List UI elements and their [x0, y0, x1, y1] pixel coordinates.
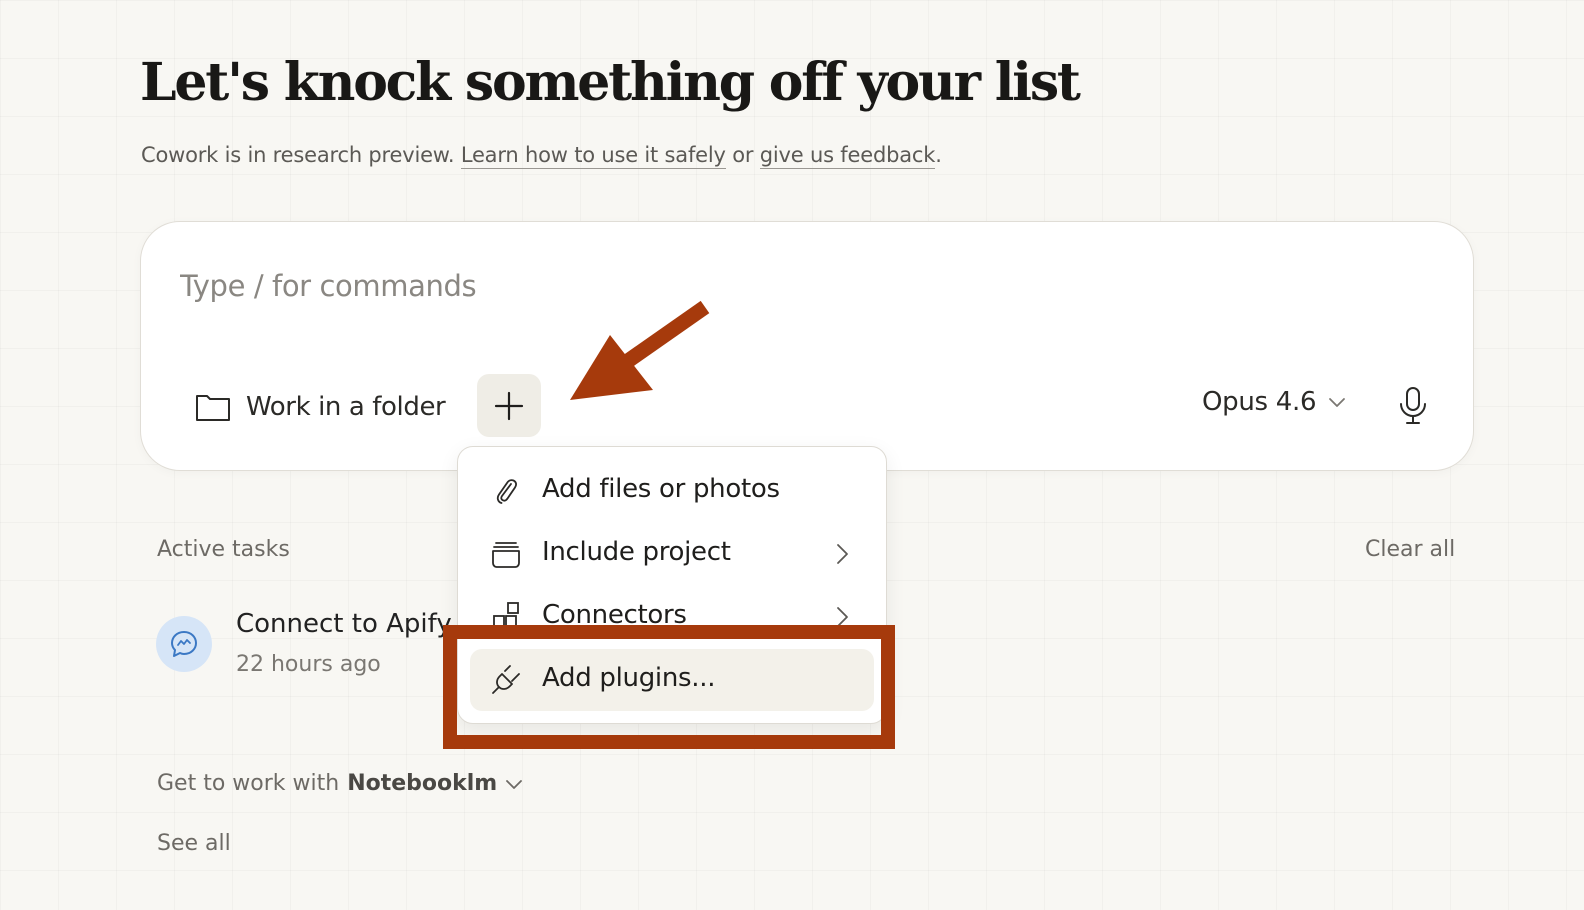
- command-input[interactable]: [180, 266, 880, 306]
- paperclip-icon: [496, 479, 517, 504]
- menu-item-include-project[interactable]: Include project: [470, 523, 874, 585]
- menu-item-add-files[interactable]: Add files or photos: [470, 460, 874, 522]
- clear-all-button[interactable]: Clear all: [1365, 537, 1455, 562]
- task-time: 22 hours ago: [236, 652, 381, 677]
- chevron-down-icon: [1329, 398, 1346, 407]
- highlight-box: [443, 625, 895, 749]
- see-all-link[interactable]: See all: [157, 831, 231, 856]
- project-box-icon: [492, 542, 520, 568]
- subtitle-period: .: [935, 143, 942, 167]
- pointer-arrow: [570, 300, 710, 400]
- microphone-icon: [1400, 387, 1426, 424]
- chevron-down-icon: [506, 779, 523, 789]
- folder-icon: [196, 395, 230, 421]
- feedback-link[interactable]: give us feedback: [759, 143, 935, 169]
- page-title: Let's knock something off your list: [140, 52, 1081, 113]
- subtitle-or: or: [732, 143, 754, 167]
- composer-box: [140, 221, 1474, 471]
- active-tasks-label: Active tasks: [157, 537, 290, 562]
- get-to-work-selector[interactable]: Get to work with Notebooklm: [157, 771, 523, 796]
- model-label: Opus 4.6: [1202, 387, 1317, 417]
- add-button[interactable]: [477, 374, 541, 437]
- work-in-folder-button[interactable]: Work in a folder: [194, 384, 446, 430]
- chat-bubble-icon: [171, 631, 197, 657]
- model-selector[interactable]: Opus 4.6: [1202, 387, 1346, 417]
- subtitle: Cowork is in research preview. Learn how…: [141, 143, 942, 169]
- task-avatar: [156, 616, 212, 672]
- task-title[interactable]: Connect to Apify: [236, 609, 452, 639]
- get-to-work-name: Notebooklm: [347, 771, 498, 796]
- get-to-work-prefix: Get to work with: [157, 771, 340, 796]
- plus-icon: [494, 391, 524, 420]
- menu-item-label: Include project: [542, 537, 731, 567]
- learn-safely-link[interactable]: Learn how to use it safely: [460, 143, 726, 169]
- menu-item-label: Add files or photos: [542, 474, 780, 504]
- chevron-right-icon: [837, 544, 848, 564]
- subtitle-prefix: Cowork is in research preview.: [141, 143, 455, 167]
- microphone-button[interactable]: [1395, 385, 1431, 427]
- work-in-folder-label: Work in a folder: [246, 392, 446, 422]
